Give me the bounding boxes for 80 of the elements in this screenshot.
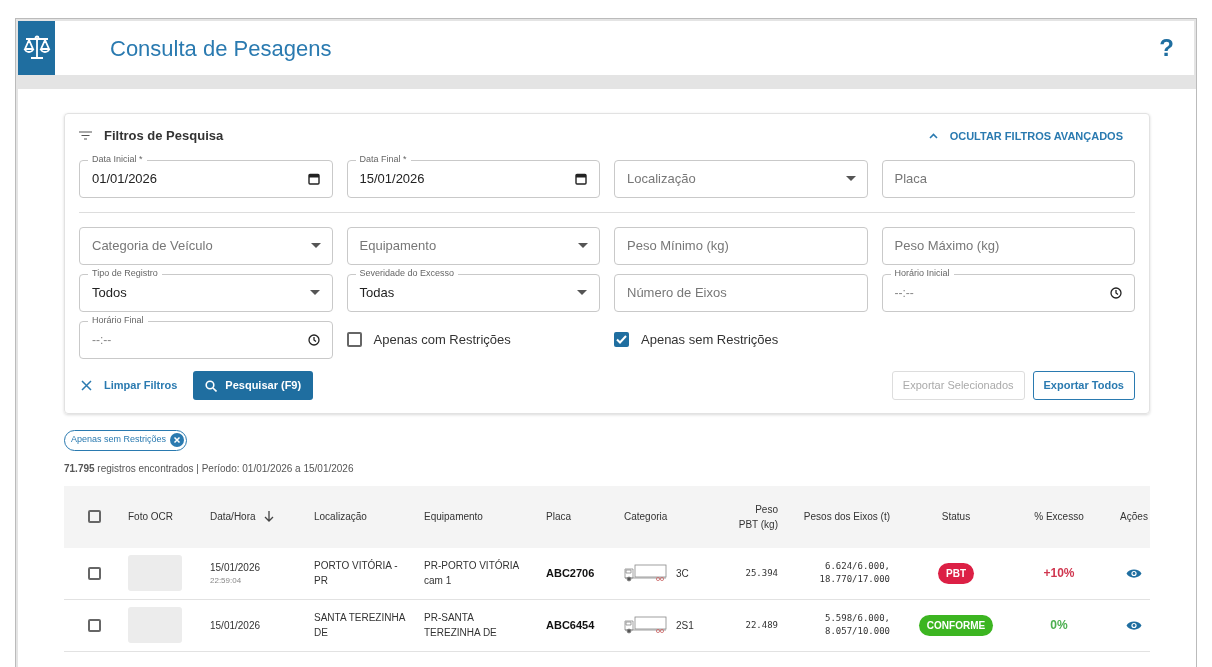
- field-label: Data Final *: [355, 154, 411, 164]
- field-label: Tipo de Registro: [88, 268, 162, 278]
- category-cell-text: 2S1: [676, 618, 694, 633]
- export-all-button[interactable]: Exportar Todos: [1032, 371, 1135, 400]
- clock-icon: [307, 333, 320, 346]
- row-checkbox[interactable]: [87, 566, 101, 580]
- dropdown-caret-icon: [578, 242, 588, 248]
- checkbox[interactable]: [346, 332, 362, 347]
- category-cell-text: 3C: [676, 566, 689, 581]
- column-header[interactable]: Ações: [1120, 509, 1148, 524]
- calendar-icon: [307, 172, 320, 185]
- status-badge: CONFORME: [918, 614, 994, 636]
- field-label: Severidade do Excesso: [355, 268, 459, 278]
- column-header[interactable]: Equipamento: [424, 509, 483, 524]
- select-field[interactable]: Categoria de Veículo: [79, 226, 333, 265]
- results-summary: 71.795 registros encontrados | Período: 01/01/2026 a 15/01/2026: [64, 461, 355, 476]
- excess-value: +10%: [1043, 565, 1075, 582]
- axle-weight-text: 8.057/10.000: [824, 625, 890, 638]
- select-field[interactable]: Localização: [614, 159, 868, 198]
- column-header[interactable]: Status: [941, 509, 971, 524]
- axle-weight-text: 5.598/6.000,: [824, 611, 890, 625]
- weight-cell: 25.394: [745, 568, 778, 579]
- axle-weight-text: 18.770/17.000: [819, 573, 890, 586]
- dropdown-caret-icon: [845, 175, 856, 181]
- checkbox[interactable]: [614, 332, 629, 347]
- truck-icon: [624, 563, 668, 583]
- column-header[interactable]: Categoria: [624, 509, 668, 524]
- date-cell-text: 15/01/2026: [210, 618, 262, 633]
- column-header[interactable]: Placa: [546, 509, 571, 524]
- calendar-icon: [575, 172, 587, 185]
- page-title: Consulta de Pesagens: [110, 34, 332, 63]
- input-field[interactable]: Peso Mínimo (kg): [614, 226, 868, 265]
- plate-cell: ABC2706: [546, 566, 595, 579]
- clear-filters-button[interactable]: Limpar Filtros: [79, 370, 180, 401]
- eye-icon[interactable]: [1126, 567, 1142, 579]
- eye-icon[interactable]: [1126, 619, 1142, 631]
- filter-title: Filtros de Pesquisa: [104, 127, 224, 145]
- excess-value: 0%: [1050, 617, 1068, 634]
- dropdown-caret-icon: [309, 290, 320, 295]
- sort-arrow-icon[interactable]: [263, 511, 274, 522]
- truck-icon: [624, 615, 668, 635]
- clock-icon: [1110, 286, 1122, 299]
- toggle-filters-button[interactable]: OCULTAR FILTROS AVANÇADOS: [928, 127, 1123, 144]
- column-header[interactable]: Data/Hora: [210, 509, 256, 524]
- equipment-cell: PR-SANTA TEREZINHA DE: [424, 612, 497, 638]
- time-cell-text: 22:59:04: [210, 574, 243, 587]
- checkbox-label: Apenas com Restrições: [373, 330, 511, 349]
- select-field[interactable]: Equipamento: [346, 226, 600, 265]
- dropdown-caret-icon: [577, 290, 587, 295]
- column-header[interactable]: Localização: [314, 509, 367, 524]
- input-field[interactable]: Número de Eixos: [614, 273, 868, 312]
- chevron-icon: [928, 132, 938, 139]
- search-button[interactable]: Pesquisar (F9): [193, 371, 314, 400]
- remove-icon[interactable]: [170, 433, 185, 447]
- date-cell-text: 15/01/2026: [210, 560, 262, 575]
- field-label: Horário Final: [88, 315, 148, 325]
- row-checkbox[interactable]: [87, 618, 101, 632]
- field-label: Data Inicial *: [88, 154, 147, 164]
- equipment-cell: PR-PORTO VITÓRIA cam 1: [424, 560, 519, 586]
- location-cell: PORTO VITÓRIA - PR: [314, 560, 398, 586]
- column-header[interactable]: Foto OCR: [128, 509, 173, 524]
- close-icon: [81, 380, 92, 391]
- plate-cell: ABC6454: [546, 618, 595, 631]
- input-field[interactable]: Peso Máximo (kg): [881, 226, 1135, 265]
- help-button[interactable]: ?: [1159, 30, 1174, 66]
- status-badge: PBT: [938, 562, 974, 584]
- dropdown-caret-icon: [310, 242, 321, 248]
- column-header[interactable]: Pesos dos Eixos (t): [803, 509, 890, 524]
- weight-cell: 22.489: [745, 620, 778, 631]
- search-icon: [205, 379, 218, 392]
- input-field[interactable]: Placa: [881, 159, 1135, 198]
- select-all-checkbox[interactable]: [87, 510, 101, 523]
- filter-icon: [79, 131, 92, 141]
- checkbox-label: Apenas sem Restrições: [641, 330, 779, 349]
- column-header[interactable]: % Excesso: [1034, 509, 1084, 524]
- column-header[interactable]: Peso PBT (kg): [734, 501, 778, 532]
- scale-icon: [22, 35, 51, 61]
- axle-weight-text: 6.624/6.000,: [824, 559, 890, 573]
- location-cell: SANTA TEREZINHA DE: [314, 612, 405, 638]
- field-label: Horário Inicial: [890, 268, 954, 278]
